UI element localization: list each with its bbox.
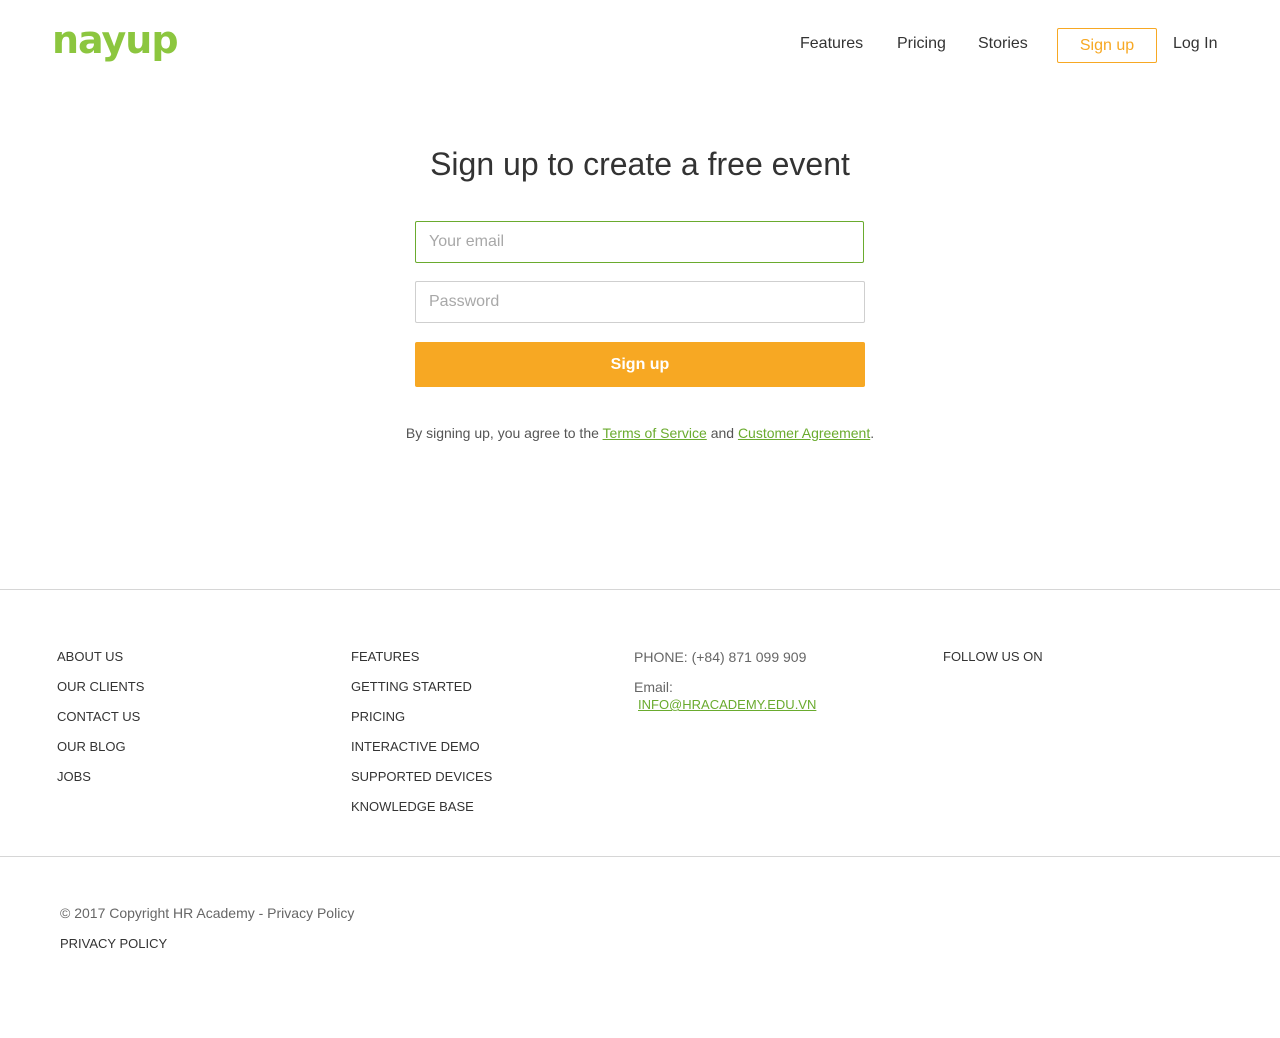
copyright-text: © 2017 Copyright HR Academy - Privacy Po… <box>60 905 355 921</box>
footer-company-links: ABOUT US OUR CLIENTS CONTACT US OUR BLOG… <box>57 648 144 798</box>
footer-supported-devices-link[interactable]: SUPPORTED DEVICES <box>351 768 492 786</box>
footer-divider-bottom <box>0 856 1280 857</box>
password-field[interactable] <box>415 281 865 323</box>
agree-suffix: . <box>870 425 875 441</box>
footer-our-clients-link[interactable]: OUR CLIENTS <box>57 678 144 696</box>
footer-about-us-link[interactable]: ABOUT US <box>57 648 144 666</box>
nav-features-link[interactable]: Features <box>800 34 863 54</box>
terms-of-service-link[interactable]: Terms of Service <box>603 425 707 441</box>
page: nayup Features Pricing Stories Sign up L… <box>0 0 1280 1038</box>
footer-product-links: FEATURES GETTING STARTED PRICING INTERAC… <box>351 648 492 828</box>
terms-agreement-text: By signing up, you agree to the Terms of… <box>0 424 1280 442</box>
customer-agreement-link[interactable]: Customer Agreement <box>738 425 870 441</box>
footer-email-link[interactable]: info@hracademy.edu.vn <box>638 696 816 714</box>
footer-our-blog-link[interactable]: OUR BLOG <box>57 738 144 756</box>
footer-divider-top <box>0 589 1280 590</box>
nav-login-link[interactable]: Log In <box>1173 34 1217 54</box>
footer-social: FOLLOW US ON <box>943 648 1043 678</box>
footer-email-row: Email: info@hracademy.edu.vn <box>634 678 816 714</box>
signup-submit-button[interactable]: Sign up <box>415 342 865 387</box>
footer-jobs-link[interactable]: JOBS <box>57 768 144 786</box>
nav-signup-button[interactable]: Sign up <box>1057 28 1157 63</box>
footer-contact: PHONE: (+84) 871 099 909 Email: info@hra… <box>634 648 816 726</box>
nav-pricing-link[interactable]: Pricing <box>897 34 946 54</box>
nayup-logo[interactable]: nayup <box>52 18 179 62</box>
page-title: Sign up to create a free event <box>430 146 850 182</box>
footer-contact-us-link[interactable]: CONTACT US <box>57 708 144 726</box>
follow-us-label: FOLLOW US ON <box>943 649 1043 664</box>
email-field[interactable] <box>415 221 864 263</box>
privacy-policy-link[interactable]: PRIVACY POLICY <box>60 935 167 953</box>
footer-pricing-link[interactable]: PRICING <box>351 708 492 726</box>
footer-getting-started-link[interactable]: GETTING STARTED <box>351 678 492 696</box>
footer-features-link[interactable]: FEATURES <box>351 648 492 666</box>
nav-stories-link[interactable]: Stories <box>978 34 1028 54</box>
footer-email-label: Email: <box>634 679 673 695</box>
footer-knowledge-base-link[interactable]: KNOWLEDGE BASE <box>351 798 492 816</box>
agree-and: and <box>710 425 735 441</box>
footer-phone: PHONE: (+84) 871 099 909 <box>634 649 807 665</box>
agree-prefix: By signing up, you agree to the <box>405 425 599 441</box>
footer-interactive-demo-link[interactable]: INTERACTIVE DEMO <box>351 738 492 756</box>
